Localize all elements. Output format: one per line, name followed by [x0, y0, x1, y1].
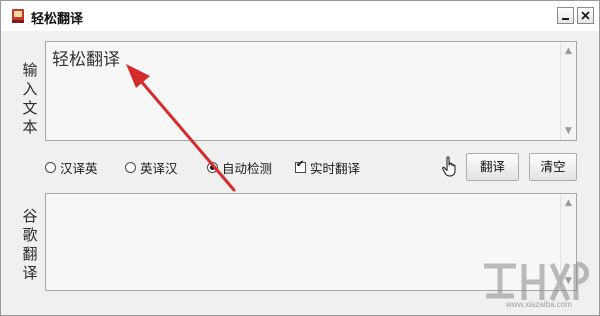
annotation-arrow: [126, 64, 236, 192]
